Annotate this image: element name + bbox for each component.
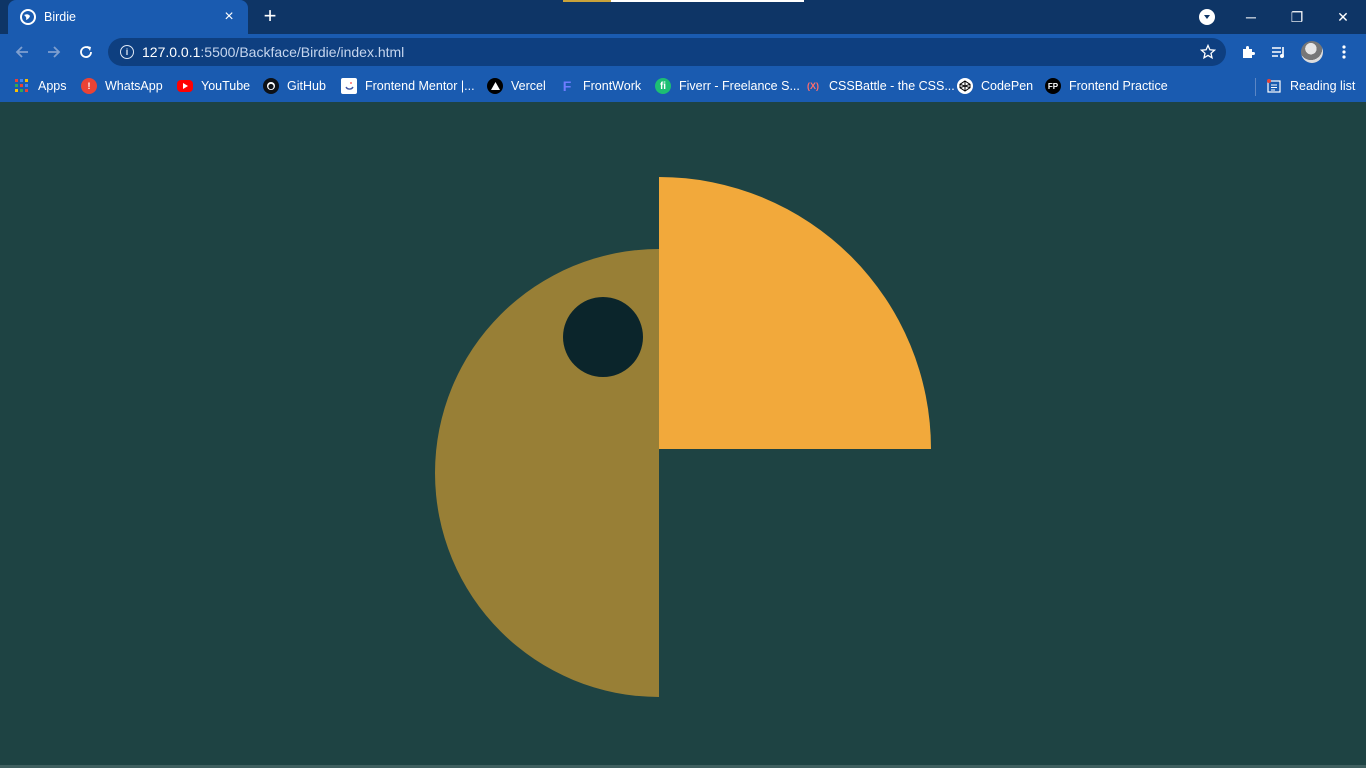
address-bar[interactable]: i 127.0.0.1:5500/Backface/Birdie/index.h… bbox=[108, 38, 1226, 66]
bookmark-label: Vercel bbox=[511, 79, 546, 93]
cssbattle-icon: (X) bbox=[807, 81, 819, 91]
url-path: :5500/Backface/Birdie/index.html bbox=[200, 44, 405, 60]
extensions-puzzle-icon[interactable] bbox=[1238, 42, 1258, 62]
bird-eye-circle bbox=[563, 297, 643, 377]
frontwork-icon: F bbox=[562, 78, 572, 94]
frontend-practice-icon: FP bbox=[1045, 78, 1061, 94]
bookmark-youtube[interactable]: YouTube bbox=[177, 76, 250, 96]
bookmark-label: CodePen bbox=[981, 79, 1034, 93]
bookmark-label: FrontWork bbox=[583, 79, 642, 93]
more-menu-icon[interactable] bbox=[1334, 42, 1354, 62]
globe-icon bbox=[20, 9, 36, 25]
bookmark-label: CSSBattle - the CSS... bbox=[829, 79, 955, 93]
bookmarks-separator bbox=[1255, 78, 1256, 96]
browser-toolbar: i 127.0.0.1:5500/Backface/Birdie/index.h… bbox=[0, 34, 1366, 70]
restore-button[interactable]: ❐ bbox=[1274, 0, 1320, 34]
bookmark-frontend-practice[interactable]: FP Frontend Practice bbox=[1045, 76, 1168, 96]
bookmark-fiverr[interactable]: fi Fiverr - Freelance S... bbox=[655, 76, 800, 96]
close-window-button[interactable]: ✕ bbox=[1320, 0, 1366, 34]
bookmark-label: Apps bbox=[38, 79, 67, 93]
reading-list-label: Reading list bbox=[1290, 79, 1356, 93]
tab-strip-highlight-light bbox=[611, 0, 804, 2]
bookmark-label: Frontend Practice bbox=[1069, 79, 1168, 93]
tab-strip: Birdie × + ─ ❐ ✕ bbox=[0, 0, 1366, 34]
arrow-right-icon bbox=[48, 46, 61, 58]
url-host: 127.0.0.1 bbox=[142, 44, 201, 60]
back-button[interactable] bbox=[11, 41, 33, 63]
tab-close-icon[interactable]: × bbox=[220, 9, 238, 25]
forward-button[interactable] bbox=[43, 41, 65, 63]
reading-list-button[interactable]: Reading list bbox=[1266, 76, 1355, 96]
new-tab-button[interactable]: + bbox=[258, 5, 282, 29]
bookmark-star-icon[interactable] bbox=[1199, 43, 1217, 65]
whatsapp-icon: ! bbox=[81, 78, 97, 94]
bookmark-label: Frontend Mentor |... bbox=[365, 79, 475, 93]
fiverr-icon: fi bbox=[655, 78, 671, 94]
bird-beak-quarter-circle bbox=[659, 177, 931, 449]
tab-title: Birdie bbox=[44, 10, 76, 24]
bookmark-codepen[interactable]: CodePen bbox=[957, 76, 1033, 96]
github-icon bbox=[263, 78, 279, 94]
bookmark-github[interactable]: GitHub bbox=[263, 76, 326, 96]
tab-search-icon[interactable] bbox=[1199, 9, 1215, 25]
page-canvas bbox=[0, 102, 1366, 768]
bookmark-frontwork[interactable]: F FrontWork bbox=[559, 76, 641, 96]
arrow-left-icon bbox=[15, 46, 28, 58]
bookmark-apps[interactable]: Apps bbox=[14, 76, 67, 96]
reload-button[interactable] bbox=[75, 41, 97, 63]
bookmark-vercel[interactable]: Vercel bbox=[487, 76, 546, 96]
minimize-button[interactable]: ─ bbox=[1228, 0, 1274, 34]
bookmark-label: YouTube bbox=[201, 79, 251, 93]
tab-birdie[interactable]: Birdie × bbox=[8, 0, 248, 34]
bookmark-label: Fiverr - Freelance S... bbox=[679, 79, 800, 93]
bookmark-frontend-mentor[interactable]: Frontend Mentor |... bbox=[341, 76, 475, 96]
profile-avatar[interactable] bbox=[1301, 41, 1323, 63]
codepen-icon bbox=[957, 78, 973, 94]
media-control-icon[interactable] bbox=[1269, 42, 1289, 62]
vercel-icon bbox=[487, 78, 503, 94]
reload-icon bbox=[80, 46, 92, 58]
apps-grid-icon bbox=[14, 78, 30, 94]
reading-list-icon bbox=[1266, 78, 1282, 94]
youtube-icon bbox=[177, 80, 193, 92]
bookmark-whatsapp[interactable]: ! WhatsApp bbox=[81, 76, 163, 96]
bookmark-label: WhatsApp bbox=[105, 79, 163, 93]
info-icon[interactable]: i bbox=[120, 45, 134, 59]
bookmark-label: GitHub bbox=[287, 79, 326, 93]
frontend-mentor-icon bbox=[341, 78, 357, 94]
bookmarks-bar: Apps ! WhatsApp YouTube GitHub Frontend … bbox=[0, 70, 1366, 102]
bookmark-cssbattle[interactable]: (X) CSSBattle - the CSS... bbox=[805, 76, 955, 96]
tab-strip-highlight bbox=[563, 0, 611, 2]
